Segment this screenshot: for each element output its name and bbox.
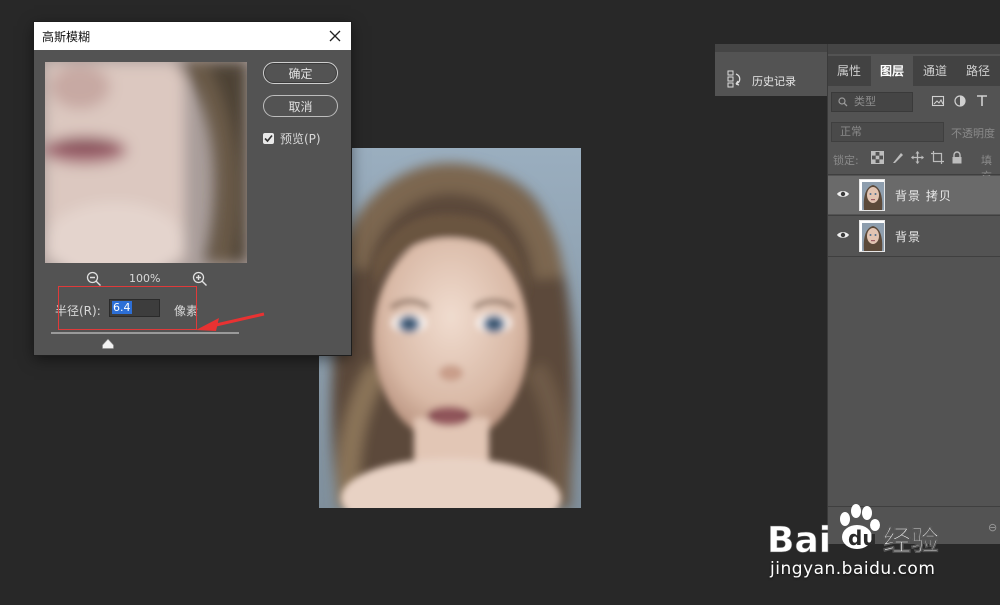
opacity-label: 不透明度 — [951, 127, 995, 140]
layer-filter-row: 类型 — [831, 92, 1000, 114]
blend-row: 正常 不透明度 — [831, 122, 1000, 144]
tab-paths[interactable]: 路径 — [957, 56, 999, 86]
eye-icon[interactable] — [836, 189, 850, 199]
lock-image-pixels-icon[interactable] — [891, 151, 904, 164]
filter-kind-value: 类型 — [854, 95, 876, 108]
svg-text:经验: 经验 — [883, 524, 939, 557]
panel-tabs: 属性 图层 通道 路径 — [828, 56, 1000, 86]
preview-label: 预览(P) — [280, 132, 321, 146]
zoom-in-icon — [192, 271, 207, 286]
close-icon — [329, 30, 341, 42]
dialog-titlebar[interactable]: 高斯模糊 — [34, 22, 351, 50]
annotation-arrow-icon — [196, 312, 265, 331]
tab-properties[interactable]: 属性 — [828, 56, 870, 86]
layer-name[interactable]: 背景 拷贝 — [895, 187, 952, 204]
checkmark-icon — [264, 134, 273, 143]
zoom-out-icon — [86, 271, 101, 286]
layer-row-background-copy[interactable]: 背景 拷贝 — [828, 176, 1000, 214]
tab-channels[interactable]: 通道 — [914, 56, 956, 86]
layer-thumbnail — [859, 220, 885, 252]
layer-thumbnail — [859, 179, 885, 211]
divider — [828, 174, 1000, 175]
history-panel: 历史记录 — [715, 44, 827, 96]
baidu-jingyan-logo: Bai du 经验 — [767, 504, 939, 557]
lock-transparent-pixels-icon[interactable] — [871, 151, 884, 164]
adjustment-filter-icon[interactable] — [953, 94, 967, 108]
lock-row: 锁定: 填 — [833, 151, 1000, 183]
search-icon — [838, 97, 848, 107]
panel-grip[interactable] — [828, 44, 1000, 54]
history-icon — [727, 70, 741, 88]
close-button[interactable] — [325, 26, 345, 46]
cancel-button[interactable]: 取消 — [263, 95, 338, 117]
canvas-image — [319, 148, 581, 508]
gaussian-blur-dialog: 高斯模糊 确定 取消 预览(P) 100% 半径(R): 6.4 像素 — [34, 22, 351, 355]
baidu-watermark: Bai du 经验 jingyan.baidu.com — [765, 497, 995, 587]
layers-panel: 属性 图层 通道 路径 类型 正常 不透明度 锁定: 填 背景 拷贝 背景 ⊖ — [827, 44, 1000, 544]
blend-mode-select[interactable]: 正常 — [831, 122, 944, 142]
svg-text:du: du — [848, 526, 877, 550]
watermark-url: jingyan.baidu.com — [770, 559, 936, 579]
ok-button[interactable]: 确定 — [263, 62, 338, 84]
layer-row-background[interactable]: 背景 — [828, 217, 1000, 255]
radius-slider-thumb[interactable] — [102, 334, 114, 353]
lock-label: 锁定: — [833, 154, 859, 167]
checkbox-box[interactable] — [263, 133, 274, 144]
history-button[interactable] — [727, 70, 743, 92]
history-label: 历史记录 — [752, 75, 796, 88]
lock-position-icon[interactable] — [911, 151, 924, 164]
layer-name[interactable]: 背景 — [895, 228, 921, 245]
divider — [828, 256, 1000, 257]
filter-kind-select[interactable]: 类型 — [831, 92, 913, 112]
eye-icon[interactable] — [836, 230, 850, 240]
blur-preview[interactable] — [45, 62, 247, 263]
lock-icons — [871, 151, 963, 164]
lock-artboard-icon[interactable] — [931, 151, 944, 164]
lock-all-icon[interactable] — [951, 151, 963, 164]
divider — [828, 215, 1000, 216]
type-filter-icon[interactable] — [975, 94, 989, 108]
filter-icons — [931, 94, 989, 108]
image-filter-icon[interactable] — [931, 94, 945, 108]
zoom-level: 100% — [129, 272, 161, 285]
tab-layers[interactable]: 图层 — [871, 56, 913, 86]
svg-text:Bai: Bai — [767, 520, 831, 557]
slider-thumb-icon — [102, 338, 114, 349]
preview-checkbox[interactable]: 预览(P) — [263, 130, 321, 147]
panel-grip[interactable] — [715, 44, 827, 52]
dialog-title: 高斯模糊 — [42, 30, 91, 44]
annotation-highlight-box — [58, 286, 197, 330]
